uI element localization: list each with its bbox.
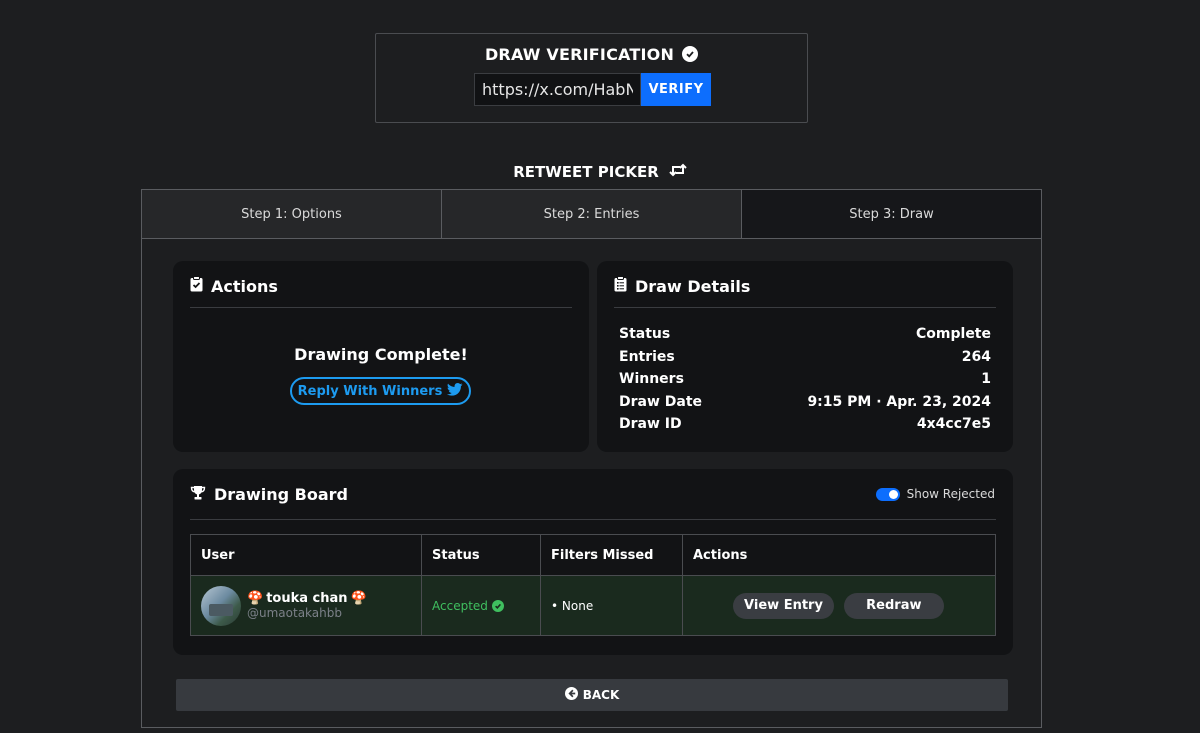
filters-missed-cell: • None xyxy=(540,575,683,636)
status-badge: Accepted xyxy=(432,598,488,613)
tab-step-2-entries[interactable]: Step 2: Entries xyxy=(442,190,742,238)
user-handle[interactable]: @umaotakahbb xyxy=(247,606,367,620)
detail-row-status: Status Complete xyxy=(619,326,991,342)
drawing-board-header: Drawing Board xyxy=(190,484,348,504)
user-cell: 🍄 touka chan 🍄 @umaotakahbb xyxy=(190,575,422,636)
show-rejected-toggle-wrap: Show Rejected xyxy=(875,487,995,501)
drawing-board-card: Drawing Board Show Rejected User Status … xyxy=(173,469,1013,655)
column-header-status: Status xyxy=(421,534,541,576)
status-cell: Accepted xyxy=(421,575,541,636)
draw-details-card: Draw Details Status Complete Entries 264… xyxy=(597,261,1013,452)
detail-row-draw-id: Draw ID 4x4cc7e5 xyxy=(619,416,991,432)
drawing-complete-text: Drawing Complete! xyxy=(294,345,468,364)
show-rejected-toggle[interactable] xyxy=(875,487,900,501)
entries-table: User Status Filters Missed Actions 🍄 tou… xyxy=(190,534,996,636)
table-row: 🍄 touka chan 🍄 @umaotakahbb Accepted • N… xyxy=(190,575,996,636)
verify-button[interactable]: VERIFY xyxy=(641,73,711,106)
redraw-button[interactable]: Redraw xyxy=(843,592,944,619)
check-circle-icon xyxy=(682,46,699,62)
avatar[interactable] xyxy=(201,585,241,626)
column-header-filters-missed: Filters Missed xyxy=(540,534,683,576)
step-tabs: Step 1: Options Step 2: Entries Step 3: … xyxy=(142,190,1041,239)
view-entry-button[interactable]: View Entry xyxy=(733,592,834,619)
divider xyxy=(190,519,996,520)
mushroom-emoji-icon: 🍄 xyxy=(247,591,264,606)
table-header-row: User Status Filters Missed Actions xyxy=(190,534,996,576)
show-rejected-label: Show Rejected xyxy=(906,487,995,501)
twitter-bird-icon xyxy=(447,382,463,400)
back-button[interactable]: BACK xyxy=(176,679,1008,711)
divider xyxy=(614,307,996,308)
arrow-left-circle-icon xyxy=(564,687,578,703)
check-circle-icon xyxy=(491,599,504,612)
tab-step-3-draw[interactable]: Step 3: Draw xyxy=(742,190,1041,238)
detail-row-entries: Entries 264 xyxy=(619,348,991,365)
mushroom-emoji-icon: 🍄 xyxy=(350,591,367,606)
column-header-actions: Actions xyxy=(682,534,996,576)
divider xyxy=(190,307,572,308)
retweet-icon xyxy=(669,163,687,181)
detail-row-winners: Winners 1 xyxy=(619,371,991,387)
draw-details-header: Draw Details xyxy=(614,276,750,296)
tab-step-1-options[interactable]: Step 1: Options xyxy=(142,190,442,238)
tweet-url-input[interactable] xyxy=(474,73,641,106)
clipboard-check-icon xyxy=(190,276,203,296)
actions-header: Actions xyxy=(190,276,278,296)
detail-row-draw-date: Draw Date 9:15 PM · Apr. 23, 2024 xyxy=(619,393,991,410)
actions-cell: View Entry Redraw xyxy=(682,575,996,636)
retweet-picker-title: RETWEET PICKER xyxy=(0,162,1200,182)
column-header-user: User xyxy=(190,534,422,576)
draw-verification-panel: DRAW VERIFICATION VERIFY xyxy=(375,33,808,123)
verification-title: DRAW VERIFICATION xyxy=(376,44,807,64)
details-list: Status Complete Entries 264 Winners 1 Dr… xyxy=(619,323,991,436)
clipboard-list-icon xyxy=(614,276,627,296)
picker-panel: Step 1: Options Step 2: Entries Step 3: … xyxy=(141,189,1042,728)
reply-with-winners-button[interactable]: Reply With Winners xyxy=(290,377,471,405)
user-display-name[interactable]: touka chan xyxy=(266,591,347,606)
actions-card: Actions Drawing Complete! Reply With Win… xyxy=(173,261,589,452)
trophy-icon xyxy=(190,485,206,504)
